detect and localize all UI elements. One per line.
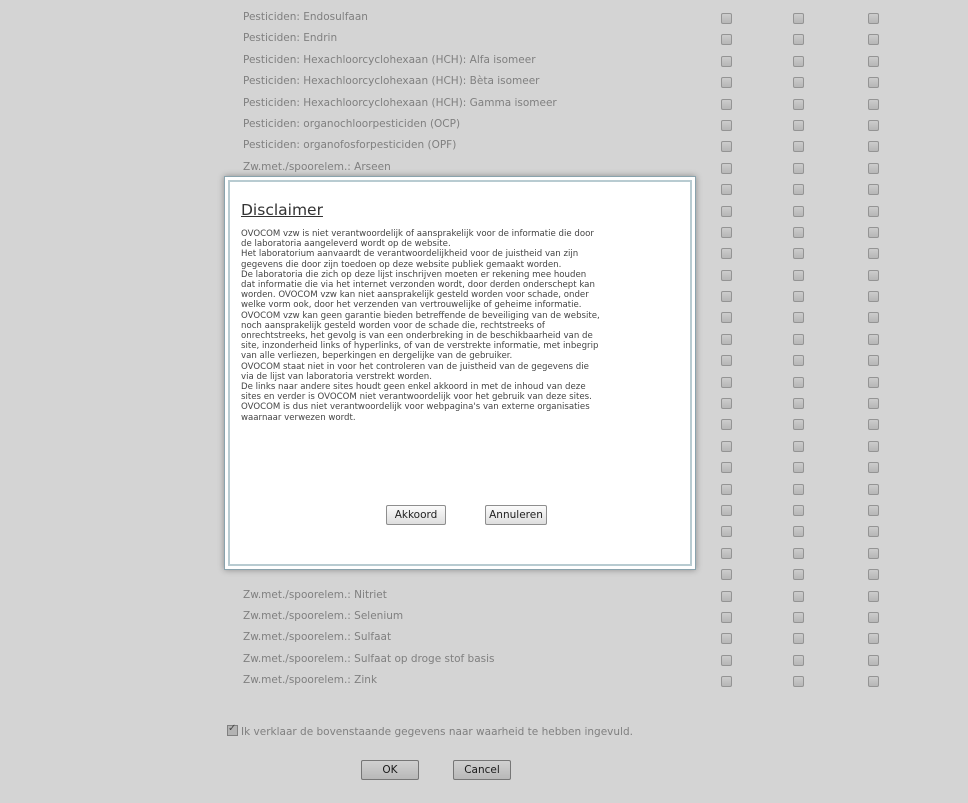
dialog-text-line: van alle verliezen, beperkingen en derge… <box>241 351 513 362</box>
dialog-text-line: Het laboratorium aanvaardt de verantwoor… <box>241 249 579 260</box>
dialog-text-line: De links naar andere sites houdt geen en… <box>241 382 586 393</box>
dialog-text-line: worden. OVOCOM vzw kan niet aansprakelij… <box>241 290 589 301</box>
dialog-text-line: onrechtstreeks, het gevolg is van een on… <box>241 331 593 342</box>
dialog-text-line: noch aansprakelijk gesteld worden voor d… <box>241 320 545 331</box>
dialog-text-line: gegevens die door zijn toedoen op deze w… <box>241 259 562 270</box>
dialog-text-line: de laboratoria aangeleverd wordt op de w… <box>241 239 451 250</box>
dialog-text-line: De laboratoria die zich op deze lijst in… <box>241 269 587 280</box>
disclaimer-dialog: Disclaimer OVOCOM vzw is niet verantwoor… <box>224 176 696 570</box>
dialog-frame: Disclaimer OVOCOM vzw is niet verantwoor… <box>228 180 692 566</box>
dialog-text-line: OVOCOM vzw kan geen garantie bieden betr… <box>241 310 600 321</box>
dialog-text-line: sites en verder is OVOCOM niet verantwoo… <box>241 392 592 403</box>
dialog-text-line: OVOCOM is dus niet verantwoordelijk voor… <box>241 402 590 413</box>
dialog-text-line: OVOCOM staat niet in voor het controlere… <box>241 361 589 372</box>
dialog-text-line: dat informatie die via het internet verz… <box>241 280 595 291</box>
dialog-text-line: waarnaar verwezen wordt. <box>241 412 356 423</box>
decline-button[interactable]: Annuleren <box>485 505 547 525</box>
dialog-text-line: OVOCOM vzw is niet verantwoordelijk of a… <box>241 229 594 239</box>
dialog-text-line: via de lijst van laboratoria verstrekt w… <box>241 371 432 382</box>
dialog-text-line: welke vorm ook, door het verzenden van v… <box>241 300 582 311</box>
dialog-text-line: site, inzonderheid links of hyperlinks, … <box>241 341 599 352</box>
agree-button[interactable]: Akkoord <box>386 505 446 525</box>
dialog-title: Disclaimer <box>241 201 323 219</box>
dialog-body: OVOCOM vzw is niet verantwoordelijk of a… <box>241 229 686 423</box>
